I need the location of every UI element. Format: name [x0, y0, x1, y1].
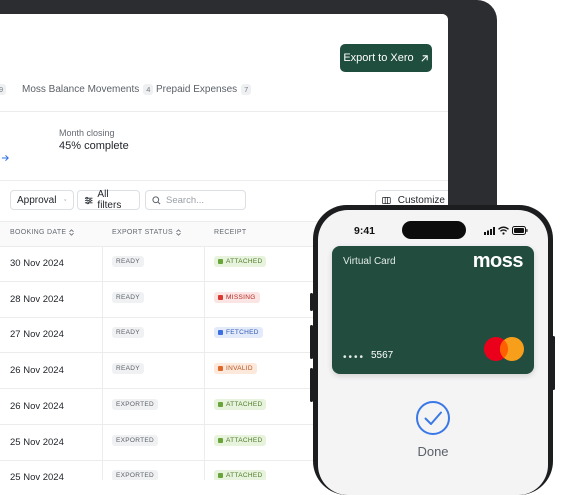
receipt-label: ATTACHED — [226, 258, 263, 265]
receipt-label: ATTACHED — [226, 472, 263, 480]
export-button-label: Export to Xero — [343, 52, 414, 64]
card-last4: 5567 — [371, 350, 394, 361]
chevron-down-icon — [64, 199, 67, 201]
approval-dropdown[interactable]: Approval — [10, 190, 74, 210]
status-time: 9:41 — [354, 225, 376, 237]
month-closing-value: 45% complete — [59, 140, 129, 152]
tab-transactions[interactable]: 9 — [0, 84, 7, 95]
booking-date: 26 Nov 2024 — [10, 400, 64, 412]
phone-screen: 9:41 Virtual Card moss •••• 5567 Done — [318, 210, 548, 495]
filter-icon — [84, 196, 93, 204]
receipt-label: MISSING — [226, 293, 256, 301]
tab-label: Prepaid Expenses — [156, 84, 238, 95]
receipt-badge: ATTACHED — [214, 434, 267, 446]
column-header-booking-date[interactable]: BOOKING DATE — [10, 229, 75, 236]
receipt-badge: FETCHED — [214, 327, 263, 339]
receipt-label: ATTACHED — [226, 400, 263, 408]
month-closing-label: Month closing — [59, 128, 115, 138]
summary-link[interactable]: ions — [0, 153, 10, 163]
search-input[interactable] — [166, 194, 236, 206]
export-status-badge: READY — [112, 363, 144, 375]
dynamic-island — [402, 221, 466, 239]
all-filters-button[interactable]: All filters — [77, 189, 140, 211]
tab-count: 9 — [0, 84, 7, 95]
receipt-status-icon — [218, 366, 223, 372]
tab-prepaid-expenses[interactable]: Prepaid Expenses 7 — [156, 84, 252, 95]
export-status-badge: READY — [112, 291, 144, 303]
booking-date: 27 Nov 2024 — [10, 329, 64, 341]
booking-date: 26 Nov 2024 — [10, 365, 64, 377]
search-box — [145, 190, 246, 210]
tab-label: Moss Balance Movements — [22, 84, 140, 95]
phone-side-button — [310, 368, 313, 402]
receipt-badge: MISSING — [214, 291, 260, 303]
booking-date: 25 Nov 2024 — [10, 472, 64, 480]
receipt-status-icon — [218, 330, 223, 336]
receipt-status-icon — [218, 401, 223, 407]
export-status-badge: READY — [112, 327, 144, 339]
arrow-up-right-icon — [421, 54, 428, 62]
receipt-badge: INVALID — [214, 363, 257, 375]
tab-moss-balance-movements[interactable]: Moss Balance Movements 4 — [22, 84, 154, 95]
card-type-label: Virtual Card — [343, 256, 396, 267]
receipt-status-icon — [218, 437, 223, 443]
wifi-icon — [498, 226, 509, 235]
done-label: Done — [417, 444, 449, 459]
search-icon — [152, 195, 161, 204]
column-header-label: BOOKING DATE — [10, 229, 67, 236]
check-circle-icon — [416, 401, 450, 435]
mastercard-icon — [484, 337, 524, 361]
page-header: Export to Xero 9 Moss Balance Movements … — [0, 14, 448, 110]
receipt-badge: ATTACHED — [214, 398, 267, 410]
receipt-badge: ATTACHED — [214, 256, 267, 267]
export-status-badge: READY — [112, 256, 144, 267]
export-to-xero-button[interactable]: Export to Xero — [340, 44, 432, 72]
approval-label: Approval — [17, 194, 57, 206]
column-header-label: EXPORT STATUS — [112, 229, 173, 236]
summary-panel: 3 ions Month closing 45% complete — [0, 111, 448, 181]
battery-icon — [512, 226, 528, 235]
tab-count: 4 — [143, 84, 154, 95]
all-filters-label: All filters — [97, 189, 122, 211]
receipt-label: FETCHED — [226, 329, 259, 337]
column-header-label: RECEIPT — [214, 229, 247, 236]
signal-icon — [484, 227, 495, 235]
phone-side-button — [552, 336, 555, 390]
column-header-receipt[interactable]: RECEIPT — [214, 229, 246, 236]
card-number-mask: •••• — [343, 352, 366, 363]
column-header-export-status[interactable]: EXPORT STATUS — [112, 229, 181, 236]
receipt-status-icon — [218, 473, 223, 479]
phone-frame: 9:41 Virtual Card moss •••• 5567 Done — [313, 205, 553, 495]
export-status-badge: EXPORTED — [112, 398, 159, 410]
booking-date: 30 Nov 2024 — [10, 258, 64, 269]
receipt-badge: ATTACHED — [214, 470, 267, 480]
virtual-card[interactable]: Virtual Card moss •••• 5567 — [332, 246, 534, 374]
columns-icon — [382, 196, 391, 204]
receipt-status-icon — [218, 259, 223, 264]
phone-side-button — [310, 293, 313, 311]
tab-count: 7 — [241, 84, 252, 95]
booking-date: 28 Nov 2024 — [10, 293, 64, 305]
receipt-status-icon — [218, 294, 223, 300]
sort-icon — [69, 229, 75, 236]
card-brand-logo: moss — [472, 250, 524, 272]
receipt-label: INVALID — [226, 365, 253, 373]
customize-label: Customize — [397, 194, 445, 206]
export-status-badge: EXPORTED — [112, 434, 159, 446]
receipt-label: ATTACHED — [226, 436, 263, 444]
export-status-badge: EXPORTED — [112, 470, 159, 480]
sort-icon — [176, 229, 181, 236]
arrow-right-icon — [1, 154, 9, 162]
booking-date: 25 Nov 2024 — [10, 436, 64, 448]
phone-side-button — [310, 325, 313, 359]
